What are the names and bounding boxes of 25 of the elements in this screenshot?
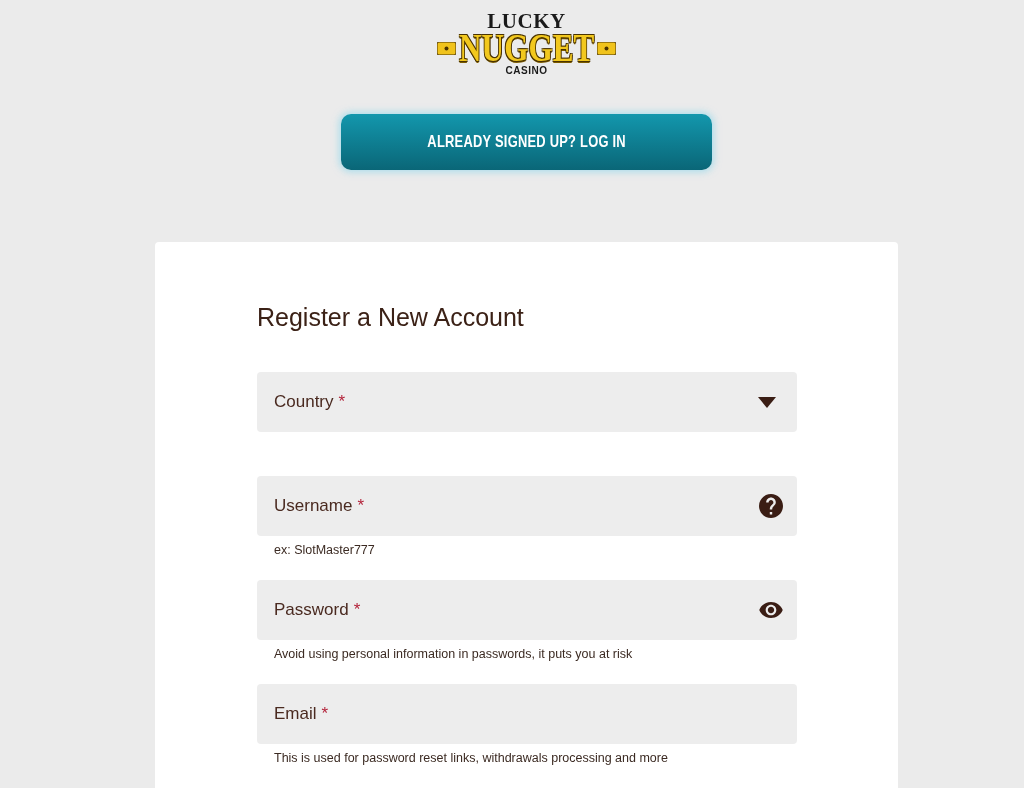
field-hint: ex: SlotMaster777 — [274, 543, 375, 558]
logo-main-text: NUGGET — [458, 31, 595, 65]
required-mark: * — [353, 600, 361, 620]
select-field[interactable]: Country * — [257, 372, 797, 432]
password-field[interactable]: Password * — [257, 580, 797, 640]
logo-top-text: LUCKY — [487, 11, 566, 31]
eye-icon[interactable] — [759, 602, 783, 618]
field-hint: This is used for password reset links, withdrawals processing and more — [274, 751, 668, 766]
required-mark: * — [321, 704, 329, 724]
ornament-icon — [436, 41, 456, 55]
field-label: Username — [274, 496, 353, 516]
login-button[interactable]: ALREADY SIGNED UP? LOG IN — [341, 114, 712, 170]
field-label: Password — [274, 600, 349, 620]
input-field[interactable]: Email * — [257, 684, 797, 744]
help-icon[interactable] — [759, 494, 783, 518]
required-mark: * — [338, 392, 346, 412]
input-field[interactable]: Username * — [257, 476, 797, 536]
field-hint: Avoid using personal information in passwords, it puts you at risk — [274, 647, 633, 662]
field-label: Email — [274, 704, 317, 724]
caret-down-icon[interactable] — [758, 396, 776, 408]
ornament-icon — [597, 41, 617, 55]
form-title: Register a New Account — [257, 302, 525, 332]
field-label: Country — [274, 392, 334, 412]
required-mark: * — [357, 496, 365, 516]
logo-bottom-text: CASINO — [505, 65, 548, 76]
